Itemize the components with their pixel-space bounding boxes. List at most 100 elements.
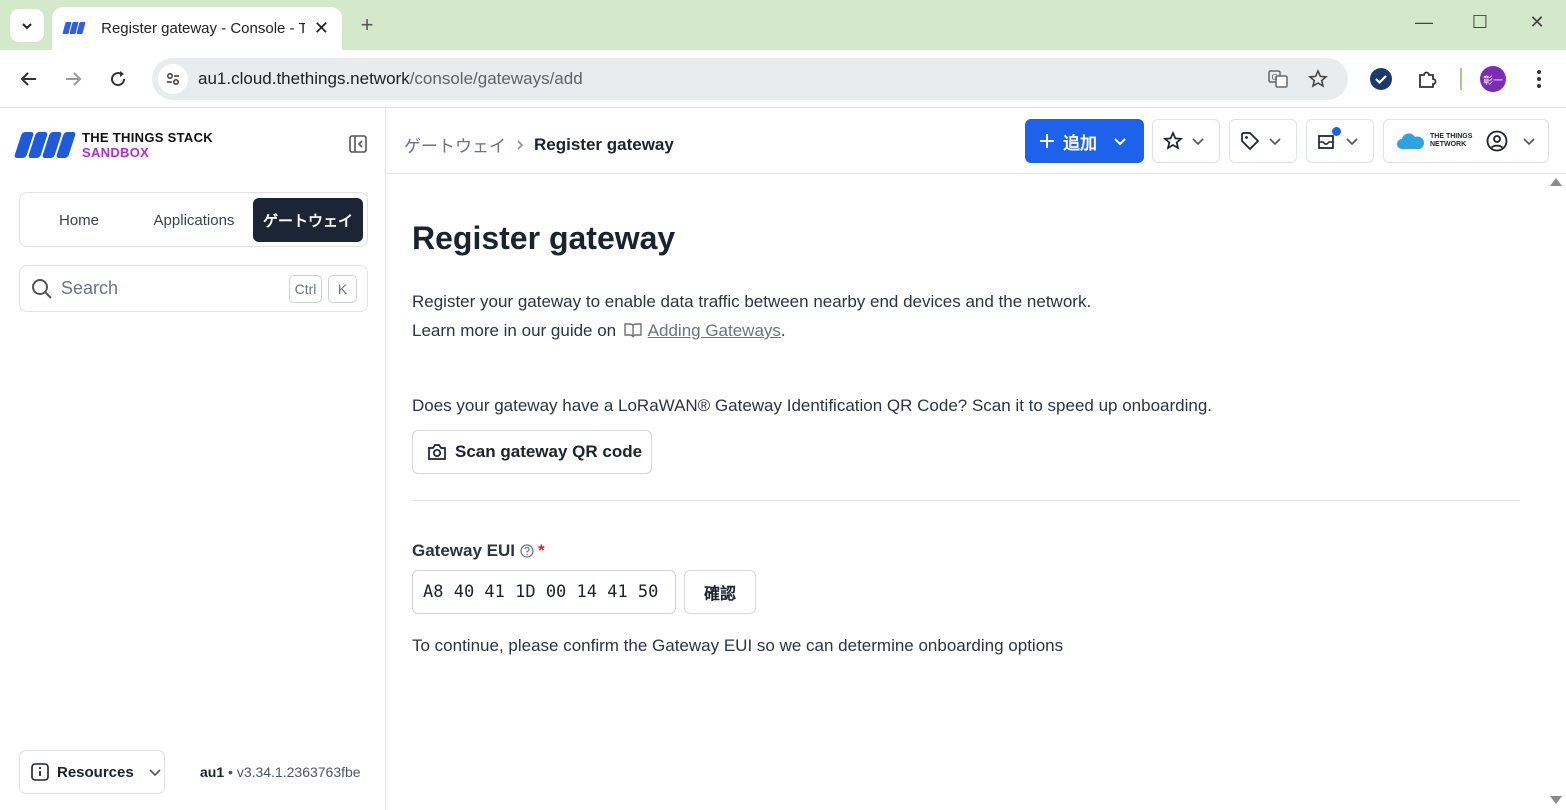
sidebar: THE THINGS STACK SANDBOX Home Applicatio…	[0, 108, 386, 810]
new-tab-button[interactable]: +	[355, 12, 379, 38]
translate-icon[interactable]: G	[1267, 68, 1289, 90]
context-switcher: Home Applications ゲートウェイ	[19, 192, 368, 247]
chevron-down-icon	[149, 769, 161, 777]
version-cluster: au1	[200, 764, 225, 780]
chevron-down-icon	[1192, 138, 1204, 146]
close-icon[interactable]: ✕	[313, 18, 330, 39]
tab-search-button[interactable]	[10, 9, 44, 42]
sidebar-collapse-icon	[349, 135, 367, 153]
description-guide-line: Learn more in our guide on Adding Gatewa…	[412, 316, 1091, 345]
ttn-logo-line2: NETWORK	[1430, 141, 1467, 148]
ttn-stack-logo[interactable]: THE THINGS STACK SANDBOX	[13, 130, 213, 160]
maximize-icon[interactable]: ☐	[1468, 12, 1492, 33]
reload-button[interactable]	[103, 64, 133, 94]
add-label: 追加	[1063, 133, 1097, 153]
window-close-icon[interactable]: ✕	[1525, 12, 1549, 33]
search-icon	[32, 278, 52, 299]
switcher-gateways[interactable]: ゲートウェイ	[253, 198, 363, 242]
extensions-puzzle-icon[interactable]	[1414, 66, 1440, 92]
account-circle-icon	[1486, 130, 1508, 152]
camera-icon	[428, 444, 446, 460]
star-icon	[1163, 131, 1183, 150]
browser-menu-icon[interactable]	[1526, 66, 1552, 92]
toolbar-divider	[1460, 68, 1462, 90]
site-info-button[interactable]	[158, 64, 188, 94]
notification-dot	[1332, 127, 1341, 136]
required-marker: *	[538, 541, 545, 560]
svg-text:G: G	[1272, 73, 1278, 82]
url-text: au1.cloud.thethings.network/console/gate…	[198, 69, 583, 89]
url-path: /console/gateways/add	[409, 69, 583, 88]
description-line: Register your gateway to enable data tra…	[412, 292, 1092, 311]
minimize-icon[interactable]: —	[1412, 12, 1436, 33]
breadcrumb-current: Register gateway	[534, 134, 674, 154]
ttn-cloud-logo-icon	[1397, 133, 1424, 149]
switcher-home[interactable]: Home	[25, 198, 133, 242]
notifications-menu-button[interactable]	[1306, 119, 1374, 163]
add-button[interactable]: 追加	[1025, 119, 1144, 163]
logo-title: THE THINGS STACK	[82, 130, 213, 145]
browser-toolbar: au1.cloud.thethings.network/console/gate…	[0, 50, 1566, 108]
scroll-down-arrow-icon[interactable]	[1550, 796, 1562, 804]
scan-qr-label: Scan gateway QR code	[455, 442, 643, 461]
chevron-down-icon	[1523, 138, 1535, 146]
address-bar[interactable]: au1.cloud.thethings.network/console/gate…	[152, 58, 1348, 100]
guide-prefix: Learn more in our guide on	[412, 321, 617, 340]
info-icon	[31, 763, 49, 781]
qr-question: Does your gateway have a LoRaWAN® Gatewa…	[412, 396, 1213, 415]
resources-label: Resources	[57, 763, 134, 781]
inbox-icon	[1317, 127, 1341, 151]
profile-initial: 彰一	[1480, 66, 1506, 92]
reload-icon	[111, 71, 126, 87]
forward-button[interactable]	[58, 64, 88, 94]
sidebar-collapse-button[interactable]	[348, 134, 368, 154]
gateway-eui-input[interactable]: A8 40 41 1D 00 14 41 50	[412, 570, 676, 614]
browser-tab-bar: Register gateway - Console - The Things …	[0, 0, 1566, 50]
extension-check-icon[interactable]	[1368, 66, 1394, 92]
resources-button[interactable]: Resources	[19, 750, 165, 794]
search-input[interactable]: Search Ctrl K	[19, 265, 368, 312]
ttn-logo-line1: THE THINGS	[1430, 133, 1473, 140]
help-icon[interactable]	[520, 544, 534, 558]
gateway-eui-label: Gateway EUI *	[412, 541, 545, 561]
chevron-down-icon	[1114, 138, 1126, 146]
page-title: Register gateway	[412, 220, 676, 256]
chevron-down-icon	[1346, 138, 1358, 146]
profile-avatar[interactable]: 彰一	[1480, 66, 1506, 92]
back-button[interactable]	[14, 64, 44, 94]
logo-subtitle: SANDBOX	[82, 145, 150, 160]
ttn-favicon-icon	[62, 21, 86, 36]
bookmarks-menu-button[interactable]	[1152, 119, 1220, 163]
version-info: au1 • v3.34.1.2363763fbe	[200, 764, 361, 780]
main-content: Register gateway Register your gateway t…	[386, 174, 1566, 810]
section-divider	[412, 500, 1520, 501]
scroll-up-arrow-icon[interactable]	[1550, 178, 1562, 186]
book-icon	[624, 323, 642, 338]
breadcrumb: ゲートウェイ Register gateway	[404, 132, 674, 157]
search-placeholder: Search	[61, 278, 119, 298]
tab-title: Register gateway - Console - The Things …	[101, 20, 305, 37]
plus-icon	[1040, 134, 1054, 148]
arrow-left-icon	[20, 72, 36, 86]
kbd-k: K	[328, 275, 357, 303]
chevron-right-icon	[517, 139, 524, 150]
breadcrumb-gateways[interactable]: ゲートウェイ	[404, 132, 506, 157]
tune-icon	[166, 72, 180, 86]
adding-gateways-link[interactable]: Adding Gateways	[648, 321, 781, 340]
guide-suffix: .	[780, 321, 786, 340]
url-host: au1.cloud.thethings.network	[198, 69, 410, 88]
version-number: v3.34.1.2363763fbe	[236, 764, 361, 780]
browser-tab[interactable]: Register gateway - Console - The Things …	[52, 7, 342, 50]
bookmark-star-icon[interactable]	[1307, 68, 1329, 90]
version-separator: •	[224, 764, 237, 780]
page-description: Register your gateway to enable data tra…	[412, 287, 1091, 345]
tag-icon	[1241, 132, 1260, 151]
confirm-eui-button[interactable]: 確認	[684, 570, 756, 614]
chevron-down-icon	[22, 22, 32, 29]
scan-qr-button[interactable]: Scan gateway QR code	[412, 430, 652, 474]
page-header: ゲートウェイ Register gateway 追加 THE THINGS NE…	[386, 108, 1566, 174]
chevron-down-icon	[1269, 138, 1281, 146]
tags-menu-button[interactable]	[1229, 119, 1297, 163]
user-menu-button[interactable]: THE THINGS NETWORK	[1383, 119, 1549, 163]
switcher-applications[interactable]: Applications	[137, 198, 251, 242]
